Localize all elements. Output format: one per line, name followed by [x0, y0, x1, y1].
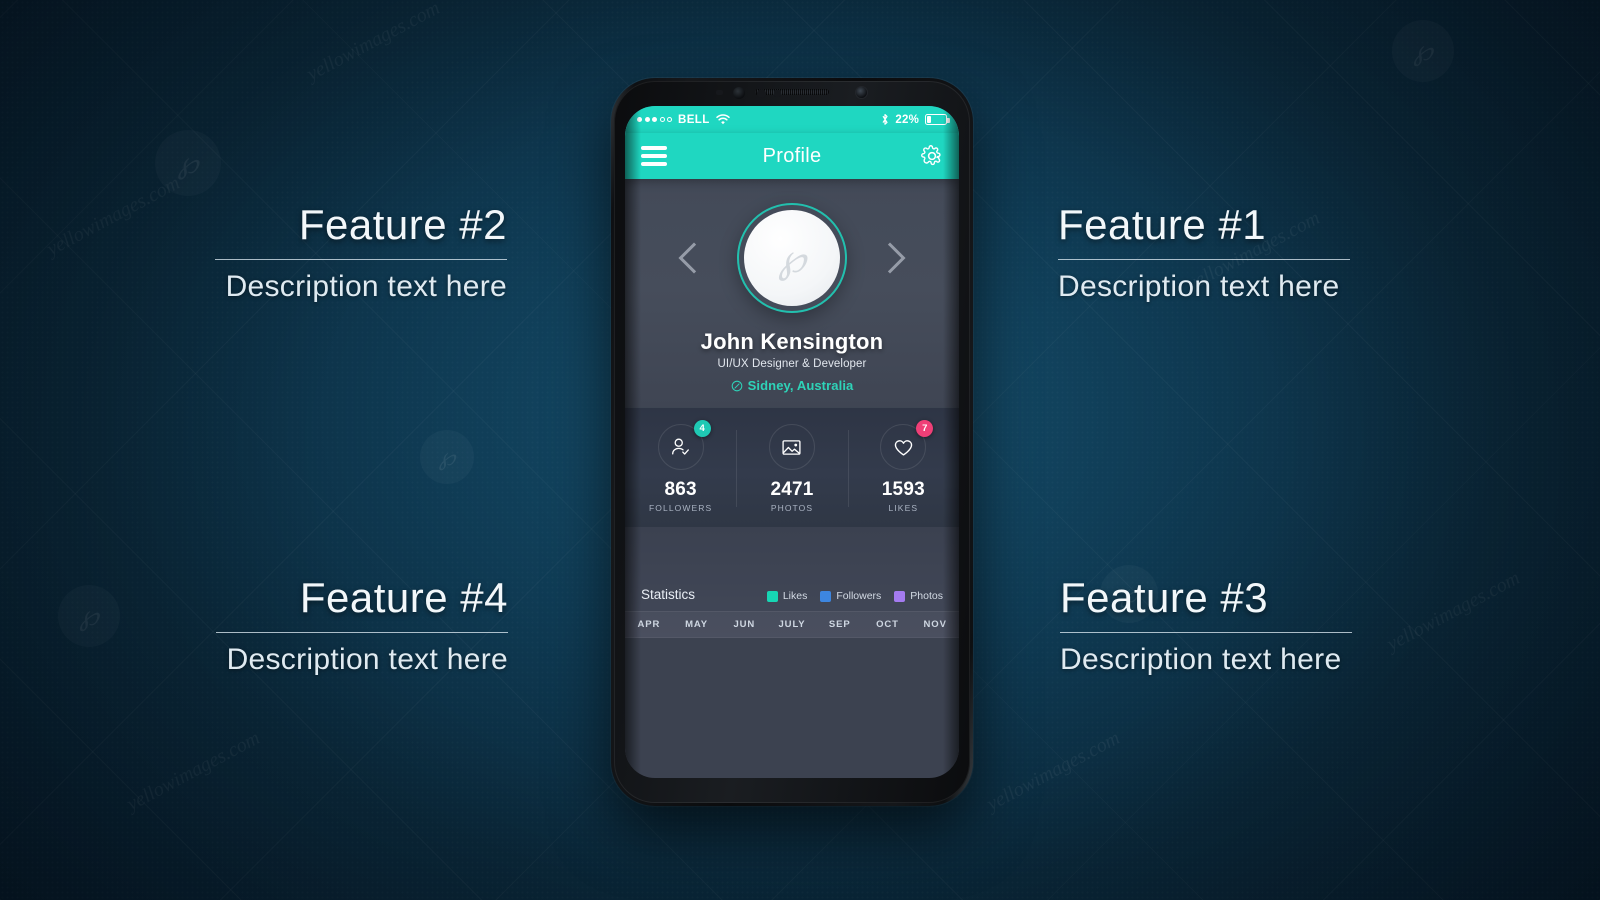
- feature-description: Description text here: [226, 643, 508, 677]
- feature-divider: [1060, 632, 1352, 634]
- stat-icon-wrap: [768, 424, 815, 470]
- month-tick[interactable]: JUN: [720, 619, 768, 630]
- month-tick[interactable]: MAY: [673, 619, 721, 630]
- stats-row: 4 863 FOLLOWERS 2471 PHOTOS 7 1593 LIKES: [625, 407, 959, 527]
- status-bar-left: BELL: [637, 114, 730, 126]
- status-badge: 7: [916, 420, 934, 437]
- chart-month-axis: APR MAY JUN JULY SEP OCT NOV: [625, 611, 959, 638]
- feature-divider: [215, 259, 507, 261]
- feature-description: Description text here: [225, 270, 507, 304]
- chevron-left-icon[interactable]: [678, 242, 710, 274]
- chart-legend: Likes Followers Photos: [766, 590, 943, 602]
- chevron-right-icon[interactable]: [874, 242, 906, 274]
- user-role: UI/UX Designer & Developer: [717, 358, 867, 370]
- signal-strength-icon: [637, 117, 672, 122]
- feature-divider: [1058, 259, 1350, 261]
- front-camera-icon: [856, 87, 867, 98]
- feature-callout-4: Feature #4 Description text here: [216, 574, 508, 677]
- status-badge: 4: [693, 420, 711, 437]
- feature-title: Feature #3: [1060, 574, 1269, 621]
- legend-label: Followers: [836, 590, 882, 602]
- statistics-panel: Statistics Likes Followers Photos APR MA…: [625, 527, 959, 638]
- avatar-glyph: ℘: [778, 235, 806, 281]
- feature-description: Description text here: [1060, 643, 1342, 677]
- stat-label: LIKES: [888, 503, 919, 513]
- stat-icon-wrap: 7: [880, 420, 934, 470]
- light-sensor-icon: [774, 90, 781, 97]
- month-tick[interactable]: NOV: [911, 619, 959, 630]
- stat-likes[interactable]: 7 1593 LIKES: [847, 420, 959, 513]
- feature-description: Description text here: [1058, 270, 1340, 304]
- earpiece-speaker: [755, 89, 829, 95]
- stat-followers[interactable]: 4 863 FOLLOWERS: [625, 420, 736, 513]
- stat-value: 1593: [881, 479, 925, 500]
- month-tick[interactable]: JULY: [768, 619, 816, 630]
- legend-label: Likes: [782, 590, 808, 602]
- battery-icon: [925, 114, 950, 125]
- bluetooth-icon: [881, 113, 889, 126]
- profile-section: ℘ John Kensington UI/UX Designer & Devel…: [625, 179, 959, 407]
- stat-photos[interactable]: 2471 PHOTOS: [736, 424, 847, 513]
- avatar-carousel: ℘: [625, 203, 959, 313]
- photos-image-icon: [768, 424, 815, 470]
- avatar-ring: ℘: [737, 203, 847, 313]
- status-bar: BELL 22%: [625, 106, 959, 133]
- month-tick[interactable]: OCT: [864, 619, 912, 630]
- legend-swatch: [820, 590, 832, 602]
- legend-item-photos[interactable]: Photos: [894, 590, 943, 602]
- feature-title: Feature #2: [298, 201, 507, 248]
- user-location: Sidney, Australia: [625, 378, 959, 393]
- sensor-icon: [716, 90, 723, 95]
- statistics-header: Statistics Likes Followers Photos: [625, 527, 959, 611]
- stat-icon-wrap: 4: [657, 420, 711, 470]
- stat-label: FOLLOWERS: [649, 503, 713, 513]
- legend-swatch: [766, 590, 778, 602]
- legend-swatch: [894, 590, 906, 602]
- app-header: Profile: [625, 133, 959, 179]
- legend-label: Photos: [910, 590, 943, 602]
- stat-value: 863: [664, 479, 697, 500]
- phone-screen: BELL 22% Profile ℘ John Kensington UI/UX…: [625, 106, 959, 778]
- proximity-sensor-icon: [757, 89, 766, 98]
- phone-top-bezel: [611, 78, 973, 106]
- feature-callout-2: Feature #2 Description text here: [215, 201, 507, 304]
- avatar[interactable]: ℘: [744, 210, 840, 306]
- hamburger-menu-icon[interactable]: [641, 146, 667, 166]
- stat-value: 2471: [770, 479, 814, 500]
- feature-title: Feature #4: [299, 574, 508, 621]
- feature-callout-3: Feature #3 Description text here: [1060, 574, 1352, 677]
- phone-mockup: BELL 22% Profile ℘ John Kensington UI/UX…: [611, 78, 973, 806]
- legend-item-likes[interactable]: Likes: [766, 590, 808, 602]
- carrier-label: BELL: [678, 113, 710, 126]
- month-tick[interactable]: APR: [625, 619, 673, 630]
- feature-divider: [216, 632, 508, 634]
- iris-scanner-icon: [733, 87, 745, 99]
- battery-fill: [927, 116, 932, 123]
- stat-label: PHOTOS: [770, 503, 814, 513]
- month-tick[interactable]: SEP: [816, 619, 864, 630]
- legend-item-followers[interactable]: Followers: [820, 590, 881, 602]
- location-pin-icon: [731, 380, 743, 392]
- gear-icon[interactable]: [921, 145, 943, 167]
- battery-percentage: 22%: [895, 113, 919, 126]
- statistics-title: Statistics: [641, 587, 696, 602]
- page-title: Profile: [762, 144, 822, 167]
- wifi-icon: [715, 114, 730, 125]
- feature-callout-1: Feature #1 Description text here: [1058, 201, 1350, 304]
- status-bar-right: 22%: [881, 113, 950, 126]
- feature-title: Feature #1: [1058, 201, 1267, 248]
- user-name: John Kensington: [700, 329, 884, 354]
- user-location-label: Sidney, Australia: [747, 378, 854, 393]
